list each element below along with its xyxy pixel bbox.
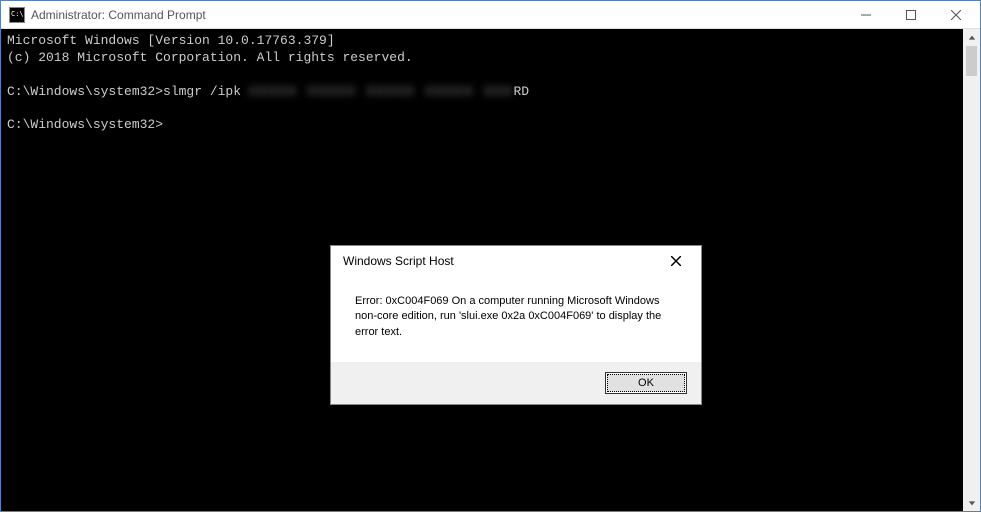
console-line — [7, 101, 957, 118]
window-title: Administrator: Command Prompt — [31, 8, 843, 22]
scrollbar-track[interactable] — [963, 76, 980, 494]
console-line: C:\Windows\system32>slmgr /ipk XXXXX XXX… — [7, 84, 957, 101]
error-dialog: Windows Script Host Error: 0xC004F069 On… — [330, 245, 702, 405]
command-text-suffix: RD — [513, 84, 529, 99]
dialog-footer: OK — [331, 362, 701, 404]
scrollbar-thumb[interactable] — [966, 46, 977, 76]
dialog-body: Error: 0xC004F069 On a computer running … — [331, 276, 701, 362]
dialog-close-button[interactable] — [661, 248, 691, 274]
minimize-button[interactable] — [843, 1, 888, 28]
dialog-message: Error: 0xC004F069 On a computer running … — [355, 294, 677, 340]
redacted-key: XXXXX XXXXX XXXXX XXXXX XXX — [249, 84, 514, 101]
scroll-up-arrow[interactable] — [963, 29, 980, 46]
command-text: C:\Windows\system32>slmgr /ipk — [7, 84, 249, 99]
console-line: (c) 2018 Microsoft Corporation. All righ… — [7, 50, 957, 67]
ok-button[interactable]: OK — [605, 372, 687, 394]
cmd-icon-text: C:\ — [11, 11, 24, 18]
close-button[interactable] — [933, 1, 978, 28]
console-line: Microsoft Windows [Version 10.0.17763.37… — [7, 33, 957, 50]
dialog-title: Windows Script Host — [343, 254, 661, 268]
window-controls — [843, 1, 978, 28]
maximize-button[interactable] — [888, 1, 933, 28]
console-prompt: C:\Windows\system32> — [7, 117, 957, 134]
cmd-icon: C:\ — [9, 7, 25, 23]
vertical-scrollbar[interactable] — [963, 29, 980, 511]
titlebar[interactable]: C:\ Administrator: Command Prompt — [1, 1, 980, 29]
dialog-titlebar[interactable]: Windows Script Host — [331, 246, 701, 276]
console-line — [7, 67, 957, 84]
scroll-down-arrow[interactable] — [963, 494, 980, 511]
